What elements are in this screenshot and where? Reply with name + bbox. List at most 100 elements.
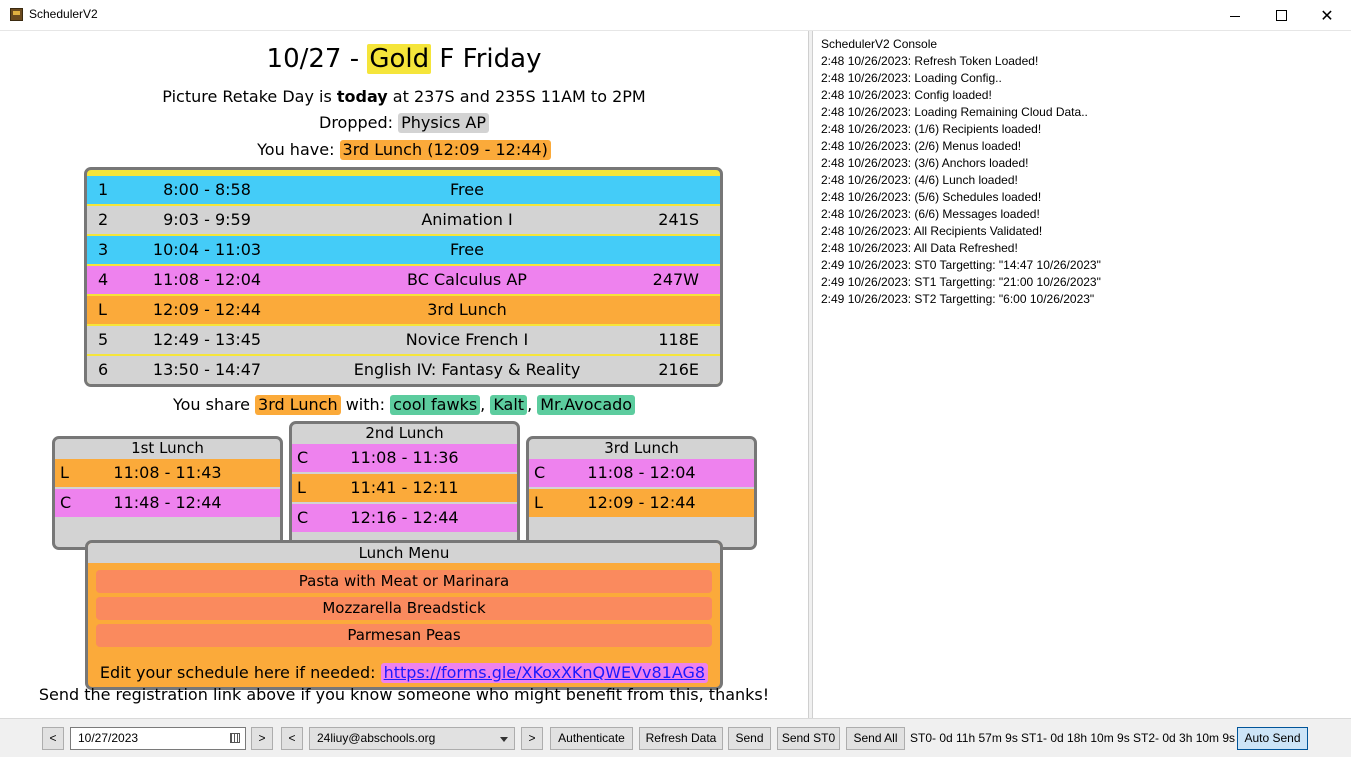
menu-item: Pasta with Meat or Marinara	[96, 570, 712, 593]
registration-note: Send the registration link above if you …	[38, 685, 770, 704]
lunch-kind: C	[297, 448, 309, 467]
dropped-line: Dropped: Physics AP	[0, 113, 808, 133]
class-name: Novice French I	[405, 330, 529, 349]
separator: ,	[480, 395, 491, 414]
authenticate-button[interactable]: Authenticate	[550, 727, 633, 750]
first-lunch-box: 1st Lunch 11:08 - 11:43 L 11:48 - 12:44 C	[52, 436, 283, 550]
period-number: 3	[98, 240, 109, 259]
room-number: 216E	[658, 360, 699, 379]
day-heading: 10/27 - Gold F Friday	[0, 43, 808, 75]
console-line: 2:48 10/26/2023: (4/6) Lunch loaded!	[821, 173, 1018, 187]
friend-chip: cool fawks	[390, 395, 481, 415]
lunch-row: 11:48 - 12:44 C	[55, 489, 280, 517]
announcement-prefix: Picture Retake Day is	[162, 87, 337, 106]
prev-date-button[interactable]: <	[42, 727, 64, 750]
user-select[interactable]: 24liuy@abschools.org	[309, 727, 515, 750]
st1-countdown: ST1- 0d 18h 10m 9s	[1021, 731, 1130, 745]
send-all-button[interactable]: Send All	[846, 727, 905, 750]
lunch-kind: L	[60, 463, 69, 482]
lunch-kind: L	[297, 478, 306, 497]
schedule-table: 1 8:00 - 8:58 Free 2 9:03 - 9:59 Animation I2…	[84, 167, 723, 387]
announcement: Picture Retake Day is today at 237S and …	[0, 87, 808, 107]
lunch-row: 11:08 - 11:36 C	[292, 444, 517, 472]
maximize-button[interactable]	[1258, 0, 1304, 30]
period-time: 12:49 - 13:45	[152, 330, 262, 349]
close-button[interactable]: ✕	[1304, 0, 1350, 30]
have-chip: 3rd Lunch (12:09 - 12:44)	[339, 140, 551, 160]
class-name: BC Calculus AP	[407, 270, 527, 289]
maximize-icon	[1275, 9, 1287, 21]
prev-user-button[interactable]: <	[281, 727, 303, 750]
minimize-button[interactable]	[1212, 0, 1258, 30]
period-number: 5	[98, 330, 109, 349]
lunch-time: 11:41 - 12:11	[350, 478, 459, 497]
app-icon	[10, 8, 23, 21]
send-button[interactable]: Send	[728, 727, 771, 750]
console-line: 2:49 10/26/2023: ST0 Targetting: "14:47 …	[821, 258, 1101, 272]
menu-item: Parmesan Peas	[96, 624, 712, 647]
lunch-row: 11:08 - 11:43 L	[55, 459, 280, 487]
console-title: SchedulerV2 Console	[821, 37, 938, 51]
edit-prefix: Edit your schedule here if needed:	[99, 663, 381, 682]
lunch-row: 12:16 - 12:44 C	[292, 504, 517, 532]
period-time: 8:00 - 8:58	[163, 180, 251, 199]
period-number: 6	[98, 360, 109, 379]
console-line: 2:48 10/26/2023: Loading Remaining Cloud…	[821, 105, 1088, 119]
next-user-button[interactable]: >	[521, 727, 543, 750]
close-icon: ✕	[1320, 5, 1334, 25]
period-number: 1	[98, 180, 109, 199]
lunch-title: 2nd Lunch	[365, 424, 444, 442]
minimize-icon	[1230, 15, 1240, 17]
bottom-toolbar: < 10/27/2023 > < 24liuy@abschools.org > …	[0, 718, 1351, 757]
announcement-suffix: at 237S and 235S 11AM to 2PM	[387, 87, 646, 106]
lunch-row: 12:09 - 12:44 L	[529, 489, 754, 517]
edit-schedule-link[interactable]: https://forms.gle/XKoxXKnQWEVv81AG8	[380, 663, 709, 683]
schedule-row: 6 13:50 - 14:47 English IV: Fantasy & Real…	[87, 356, 720, 384]
lunch-kind: C	[297, 508, 309, 527]
period-time: 9:03 - 9:59	[163, 210, 251, 229]
class-name: 3rd Lunch	[427, 300, 507, 319]
window-title: SchedulerV2	[29, 7, 98, 21]
lunch-menu-title: Lunch Menu	[88, 543, 720, 563]
dropped-label: Dropped:	[319, 113, 399, 132]
announcement-bold: today	[336, 87, 388, 106]
room-number: 118E	[658, 330, 699, 349]
room-number: 241S	[658, 210, 699, 229]
schedule-row: 5 12:49 - 13:45 Novice French I 118E	[87, 326, 720, 354]
lunch-time: 11:08 - 11:43	[113, 463, 222, 482]
room-number: 247W	[652, 270, 699, 289]
next-date-button[interactable]: >	[251, 727, 273, 750]
lunch-time: 11:08 - 11:36	[350, 448, 459, 467]
console-line: 2:48 10/26/2023: (1/6) Recipients loaded…	[821, 122, 1042, 136]
console-line: 2:48 10/26/2023: Loading Config..	[821, 71, 1002, 85]
share-prefix: You share	[172, 395, 256, 414]
send-st0-button[interactable]: Send ST0	[777, 727, 840, 750]
menu-item: Mozzarella Breadstick	[96, 597, 712, 620]
period-number: 2	[98, 210, 109, 229]
console-line: 2:48 10/26/2023: All Data Refreshed!	[821, 241, 1018, 255]
schedule-row: 1 8:00 - 8:58 Free	[87, 176, 720, 204]
date-value: 10/27/2023	[78, 731, 139, 745]
console-line: 2:48 10/26/2023: Refresh Token Loaded!	[821, 54, 1039, 68]
refresh-data-button[interactable]: Refresh Data	[639, 727, 723, 750]
panel-splitter[interactable]	[808, 31, 813, 718]
share-line: You share 3rd Lunch with: cool fawks, Ka…	[0, 395, 808, 415]
calendar-icon[interactable]	[230, 733, 240, 743]
console-line: 2:48 10/26/2023: (2/6) Menus loaded!	[821, 139, 1022, 153]
period-number: L	[98, 300, 107, 319]
title-bar: SchedulerV2 ✕	[0, 0, 1351, 31]
have-line: You have: 3rd Lunch (12:09 - 12:44)	[0, 140, 808, 160]
period-time: 12:09 - 12:44	[152, 300, 262, 319]
dropped-chip: Physics AP	[398, 113, 489, 133]
schedule-row: 3 10:04 - 11:03 Free	[87, 236, 720, 264]
period-time: 13:50 - 14:47	[152, 360, 262, 379]
lunch-kind: C	[534, 463, 546, 482]
lunch-row: 11:08 - 12:04 C	[529, 459, 754, 487]
share-with: with:	[340, 395, 391, 414]
schedule-row: 2 9:03 - 9:59 Animation I 241S	[87, 206, 720, 234]
class-name: English IV: Fantasy & Reality	[353, 360, 581, 379]
have-label: You have:	[257, 140, 340, 159]
auto-send-toggle[interactable]: Auto Send	[1237, 727, 1308, 750]
date-picker[interactable]: 10/27/2023	[70, 727, 246, 750]
class-name: Animation I	[421, 210, 513, 229]
